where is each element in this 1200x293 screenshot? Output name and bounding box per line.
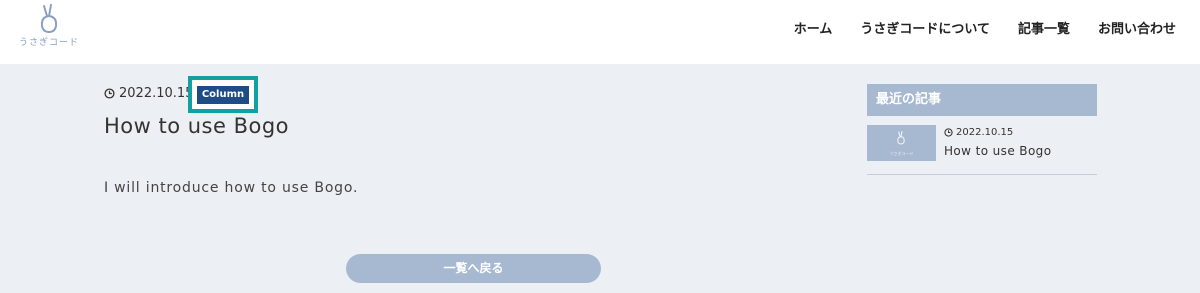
nav-item-contact[interactable]: お問い合わせ xyxy=(1084,20,1190,40)
recent-post-meta: 2022.10.15 xyxy=(944,127,1013,138)
main-content: 2022.10.15 Column How to use Bogo I will… xyxy=(0,64,1200,293)
nav-item-articles[interactable]: 記事一覧 xyxy=(1004,20,1084,40)
thumbnail-logo-text: うさぎコード xyxy=(889,151,914,156)
sidebar: 最近の記事 うさぎコード 2022.10.15 How to use Bogo xyxy=(867,84,1097,175)
clock-icon xyxy=(944,128,953,137)
article-date: 2022.10.15 xyxy=(119,86,194,101)
rabbit-logo-icon xyxy=(897,131,905,145)
recent-post-title[interactable]: How to use Bogo xyxy=(944,144,1051,158)
nav-item-home[interactable]: ホーム xyxy=(780,20,847,40)
post-thumbnail[interactable]: うさぎコード xyxy=(867,125,936,161)
article-title: How to use Bogo xyxy=(104,114,290,138)
rabbit-logo-icon xyxy=(40,4,58,34)
recent-post-date: 2022.10.15 xyxy=(956,127,1014,138)
clock-icon xyxy=(104,88,115,99)
category-highlight: Column xyxy=(188,76,258,113)
nav-item-about[interactable]: うさぎコードについて xyxy=(846,20,1004,40)
logo-text: うさぎコード xyxy=(18,38,79,48)
recent-post-item[interactable]: うさぎコード 2022.10.15 How to use Bogo xyxy=(867,122,1097,175)
category-badge[interactable]: Column xyxy=(197,86,249,104)
article-meta: 2022.10.15 Column xyxy=(104,76,258,113)
site-logo[interactable]: うさぎコード xyxy=(18,4,80,56)
site-header: うさぎコード ホーム うさぎコードについて 記事一覧 お問い合わせ xyxy=(0,0,1200,64)
main-nav: ホーム うさぎコードについて 記事一覧 お問い合わせ xyxy=(780,20,1190,40)
recent-posts-heading: 最近の記事 xyxy=(867,84,1097,116)
back-to-list-button[interactable]: 一覧へ戻る xyxy=(346,254,601,283)
article-body: I will introduce how to use Bogo. xyxy=(104,180,359,196)
